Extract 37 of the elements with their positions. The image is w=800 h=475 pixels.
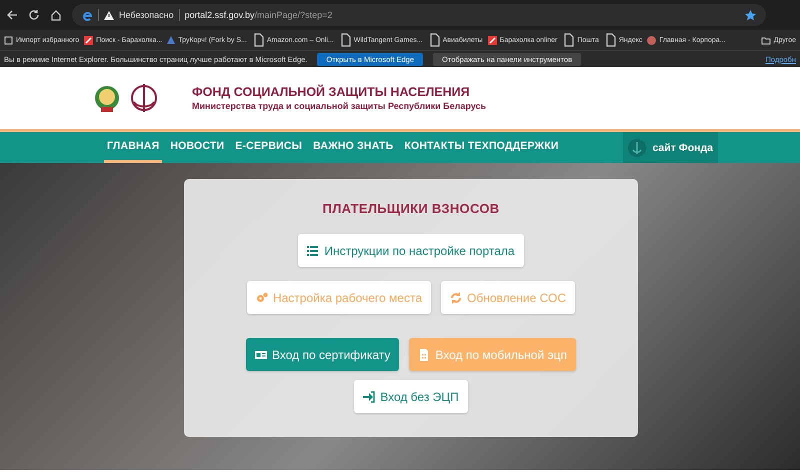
page-icon — [604, 33, 616, 47]
star-icon[interactable] — [745, 10, 756, 20]
import-icon — [4, 36, 13, 44]
sign-in-icon — [363, 390, 376, 402]
warning-icon — [104, 10, 114, 20]
nav-link[interactable]: НОВОСТИ — [167, 132, 228, 163]
action-button[interactable]: Вход без ЭЦП — [354, 380, 468, 413]
security-label: Небезопасно — [119, 10, 174, 20]
bookmark-favicon-icon — [488, 36, 497, 44]
sim-card-icon — [418, 348, 430, 360]
bookmark-favicon-icon — [84, 36, 94, 44]
action-button[interactable]: Вход по сертификату — [246, 338, 400, 371]
folder-icon — [760, 36, 771, 44]
bookmark-favicon-icon — [167, 36, 176, 44]
site-subtitle: Министерства труда и социальной защиты Республики Беларусь — [192, 101, 486, 111]
nav-link[interactable]: Е-СЕРВИСЫ — [232, 132, 306, 163]
nav-link[interactable]: КОНТАКТЫ ТЕХПОДДЕРЖКИ — [401, 132, 562, 163]
refresh-icon[interactable] — [28, 9, 40, 21]
address-bar[interactable]: Небезопасно portal2.ssf.gov.by/mainPage/?step=2 — [72, 4, 766, 26]
refresh-icon — [450, 292, 462, 304]
list-icon — [307, 244, 320, 256]
fund-site-link[interactable]: сайт Фонда — [623, 132, 718, 163]
url-text: portal2.ssf.gov.by/mainPage/?step=2 — [184, 10, 332, 20]
nav-link[interactable]: ВАЖНО ЗНАТЬ — [310, 132, 396, 163]
gears-icon — [256, 292, 268, 304]
site-title: ФОНД СОЦИАЛЬНОЙ ЗАЩИТЫ НАСЕЛЕНИЯ — [192, 85, 471, 99]
bookmark-favicon-icon — [647, 36, 656, 44]
back-icon[interactable] — [6, 9, 18, 21]
page-icon — [562, 33, 574, 47]
panel-title: ПЛАТЕЛЬЩИКИ ВЗНОСОВ — [322, 201, 500, 216]
home-icon[interactable] — [50, 9, 62, 21]
page-icon — [252, 33, 264, 47]
ie-icon — [82, 10, 93, 20]
page-icon — [428, 33, 440, 47]
page-icon — [338, 33, 351, 47]
id-card-icon — [255, 348, 267, 360]
action-button[interactable]: Инструкции по настройке портала — [298, 234, 524, 267]
